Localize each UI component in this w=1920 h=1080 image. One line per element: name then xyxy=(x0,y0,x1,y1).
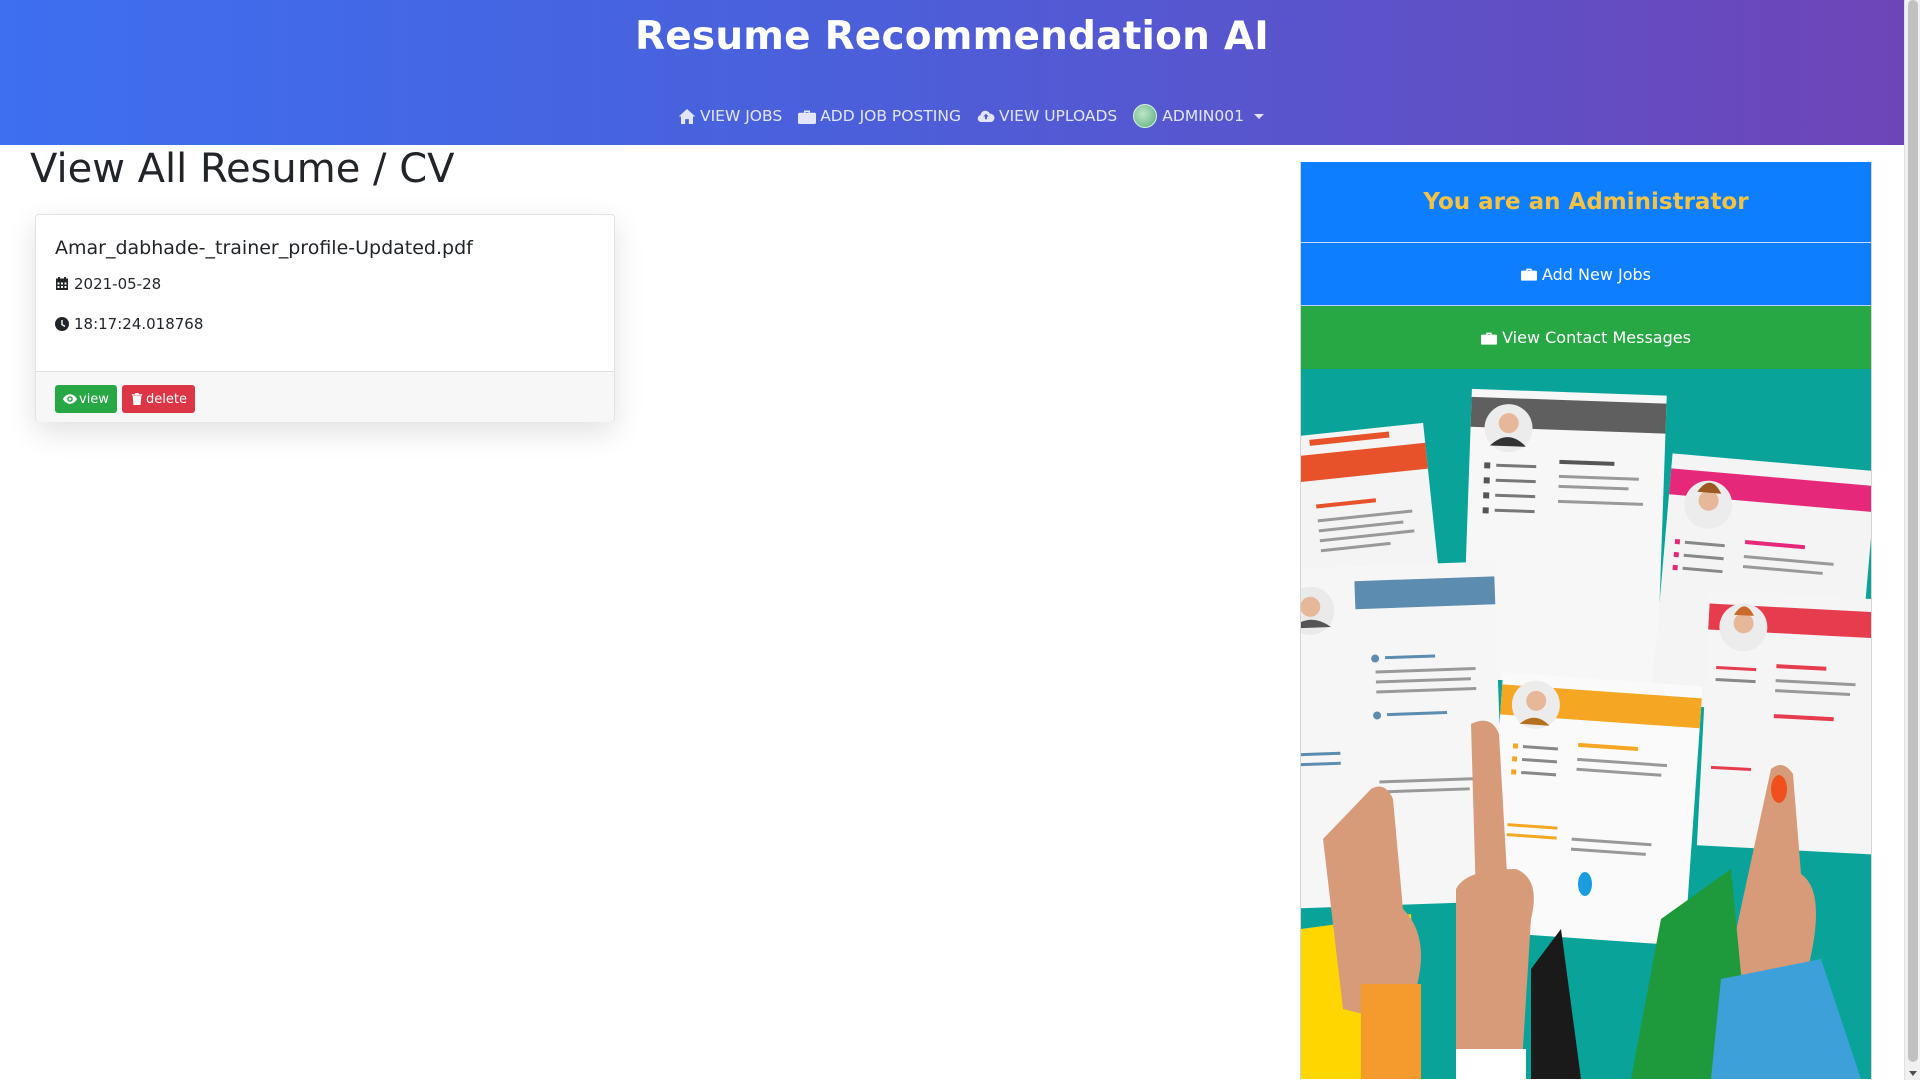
admin-sidebar: You are an Administrator Add New Jobs Vi… xyxy=(1300,162,1872,1080)
caret-down-icon xyxy=(1253,113,1264,119)
page-title: View All Resume / CV xyxy=(30,146,455,192)
resume-date-value: 2021-05-28 xyxy=(74,275,162,293)
resume-time: 18:17:24.018768 xyxy=(55,315,203,333)
briefcase-icon xyxy=(798,110,817,124)
nav-user-label: ADMIN001 xyxy=(1162,107,1244,125)
nav-view-jobs-label: VIEW JOBS xyxy=(700,107,783,125)
header: Resume Recommendation AI VIEW JOBS ADD J… xyxy=(0,0,1904,145)
main-nav: VIEW JOBS ADD JOB POSTING VIEW UPLOADS A… xyxy=(678,104,1280,128)
avatar xyxy=(1133,104,1158,128)
clock-icon xyxy=(55,317,69,331)
app-title: Resume Recommendation AI xyxy=(635,14,1269,59)
view-button-label: view xyxy=(79,391,109,407)
resume-illustration xyxy=(1301,369,1871,1079)
scrollbar-thumb[interactable] xyxy=(1908,0,1918,1062)
nav-view-jobs[interactable]: VIEW JOBS xyxy=(678,107,782,125)
add-new-jobs-button[interactable]: Add New Jobs xyxy=(1301,243,1871,306)
nav-user-menu[interactable]: ADMIN001 xyxy=(1133,104,1264,128)
card-footer: view delete xyxy=(36,371,614,422)
resume-file-name: Amar_dabhade-_trainer_profile-Updated.pd… xyxy=(55,237,473,259)
resume-card: Amar_dabhade-_trainer_profile-Updated.pd… xyxy=(35,214,615,422)
nav-view-uploads-label: VIEW UPLOADS xyxy=(998,107,1118,125)
delete-button-label: delete xyxy=(146,391,187,407)
vertical-scrollbar[interactable] xyxy=(1904,0,1920,1080)
briefcase-icon xyxy=(1520,268,1537,281)
briefcase-icon xyxy=(1481,332,1498,345)
scroll-down-arrow-icon[interactable] xyxy=(1909,1071,1917,1076)
view-contact-messages-button[interactable]: View Contact Messages xyxy=(1301,306,1871,369)
nav-view-uploads[interactable]: VIEW UPLOADS xyxy=(977,107,1117,125)
add-new-jobs-label: Add New Jobs xyxy=(1541,264,1652,284)
delete-button[interactable]: delete xyxy=(122,385,195,413)
resume-time-value: 18:17:24.018768 xyxy=(74,315,204,333)
calendar-icon xyxy=(56,277,68,290)
page: Resume Recommendation AI VIEW JOBS ADD J… xyxy=(0,0,1920,1080)
view-button[interactable]: view xyxy=(55,385,117,413)
nav-add-job-posting[interactable]: ADD JOB POSTING xyxy=(798,107,961,125)
admin-banner: You are an Administrator xyxy=(1301,162,1871,243)
resume-date: 2021-05-28 xyxy=(55,275,161,293)
trash-icon xyxy=(131,393,143,405)
cloud-upload-icon xyxy=(977,110,995,122)
nav-add-job-posting-label: ADD JOB POSTING xyxy=(820,107,961,125)
home-icon xyxy=(678,108,696,124)
view-contact-messages-label: View Contact Messages xyxy=(1502,328,1691,347)
admin-banner-text: You are an Administrator xyxy=(1423,189,1749,215)
resume-illustration-graphic xyxy=(1301,388,1871,1079)
eye-icon xyxy=(63,394,77,404)
